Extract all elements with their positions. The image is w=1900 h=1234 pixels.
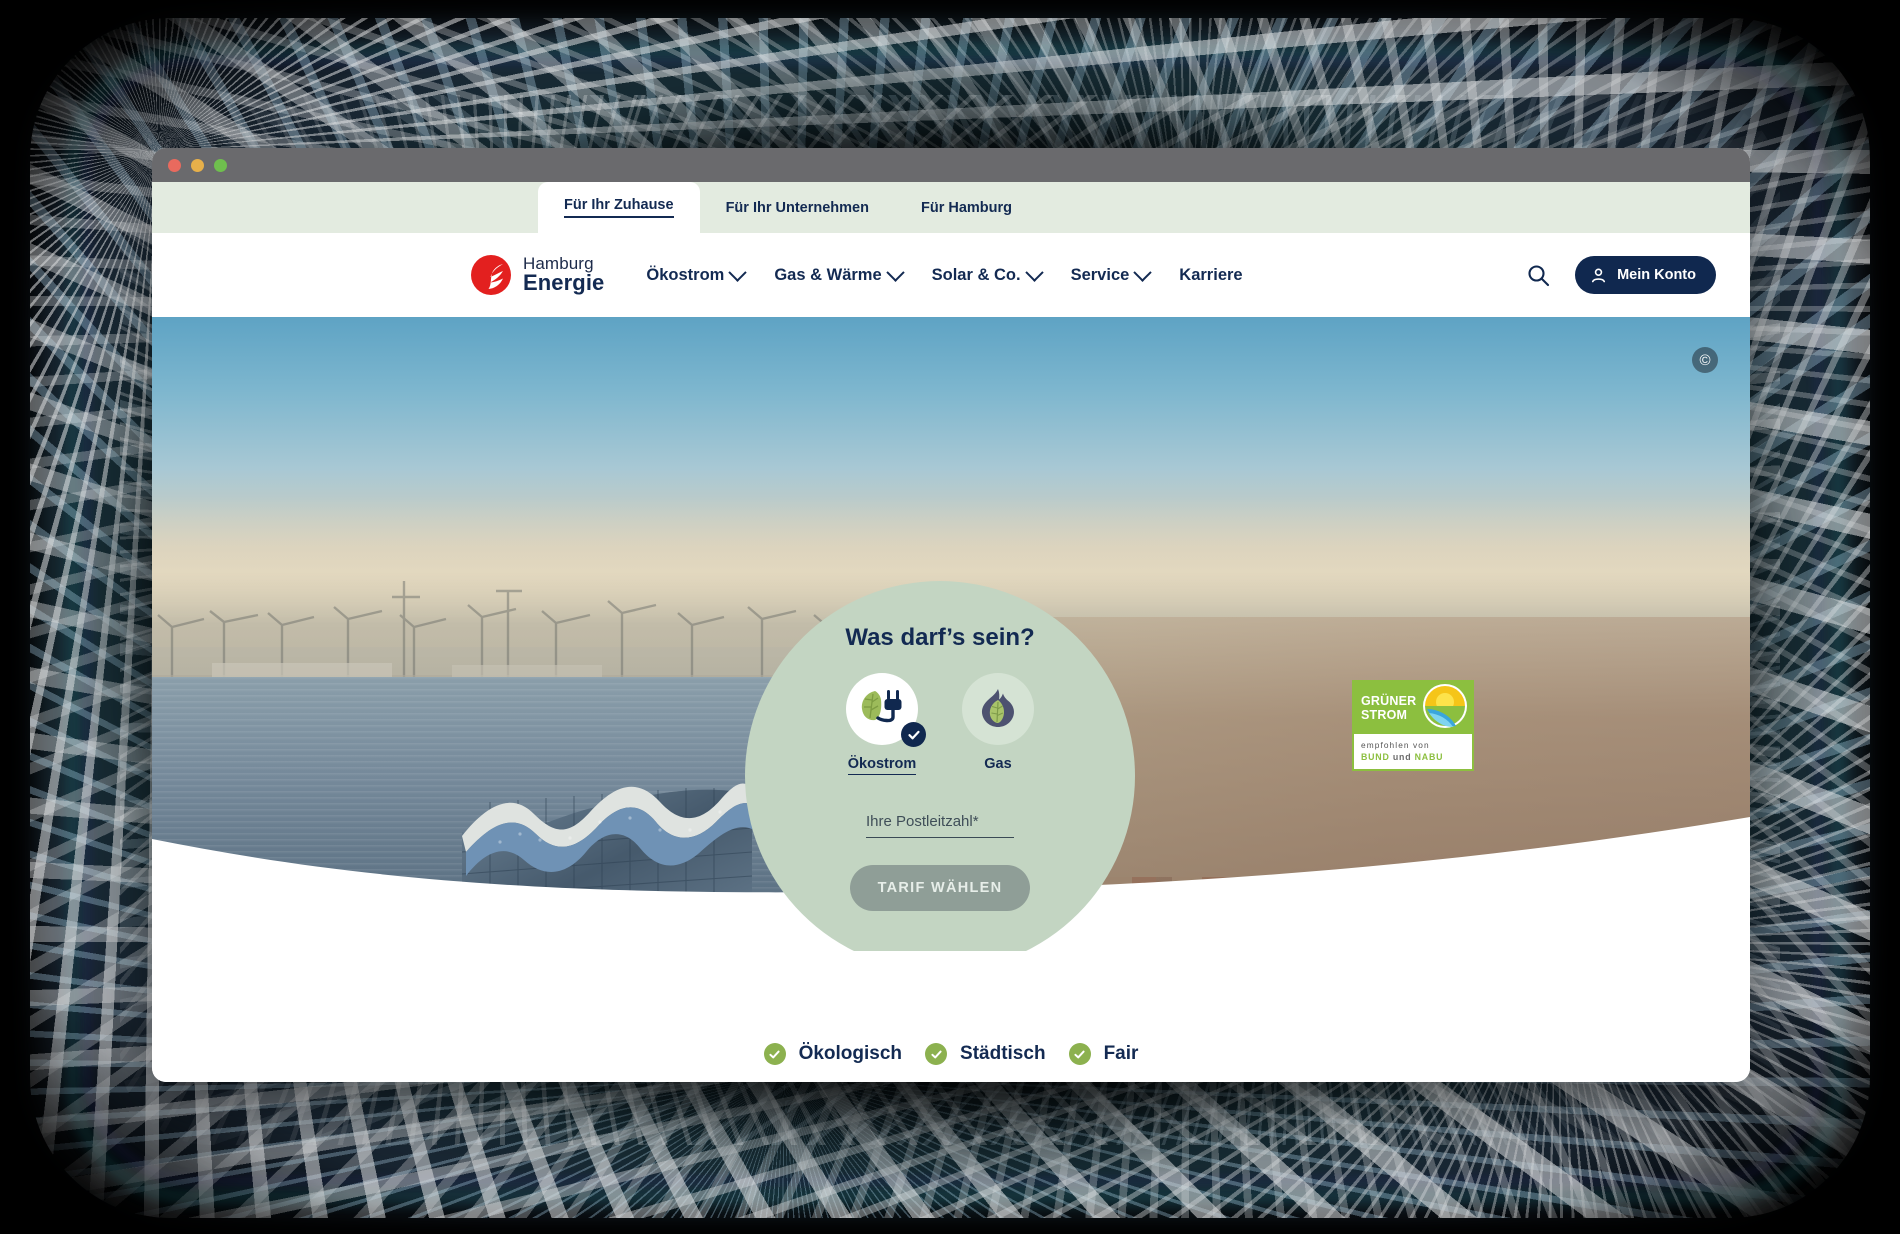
sun-landscape-icon [1423,684,1467,728]
nav-item-label: Solar & Co. [931,265,1021,284]
account-button[interactable]: Mein Konto [1575,256,1716,294]
logo-wordmark: Hamburg Energie [523,255,604,295]
search-icon[interactable] [1526,263,1551,288]
feature-staedtisch: Städtisch [925,1043,1046,1065]
main-navigation: Hamburg Energie Ökostrom Gas & Wärme Sol… [152,233,1750,317]
choice-gas[interactable]: Gas [962,673,1034,775]
choice-bubble-oekostrom [846,673,926,747]
tab-label: Für Ihr Unternehmen [725,199,869,216]
nav-item-label: Ökostrom [646,265,725,284]
tab-fuer-ihr-unternehmen[interactable]: Für Ihr Unternehmen [700,182,895,233]
account-button-label: Mein Konto [1617,267,1696,283]
badge-subtitle: empfohlen von BUND und NABU [1354,734,1472,762]
chevron-down-icon [885,262,905,282]
badge-title-line1: GRÜNER [1361,694,1417,708]
browser-window: Für Ihr Zuhause Für Ihr Unternehmen Für … [152,148,1750,1082]
check-circle-icon [925,1043,948,1065]
nav-item-solar-co[interactable]: Solar & Co. [931,262,1044,285]
feature-label: Fair [1103,1043,1139,1064]
badge-bund: BUND [1361,752,1390,762]
window-maximize-button[interactable] [214,158,227,172]
feature-label: Städtisch [960,1043,1046,1064]
chevron-down-icon [1024,262,1044,282]
nav-links: Ökostrom Gas & Wärme Solar & Co. Service… [646,262,1243,285]
product-choices: Ökostrom Gas [846,673,1034,775]
check-circle-icon [1068,1043,1091,1065]
features-section: Ökologisch Städtisch Fair [152,951,1750,1082]
nav-item-service[interactable]: Service [1070,262,1152,285]
nav-item-label: Karriere [1179,265,1243,284]
nav-item-label: Service [1070,265,1130,284]
tab-label: Für Hamburg [920,199,1013,216]
hero-section: © GRÜNER STROM empfohlen von BUND und NA… [152,317,1750,951]
feature-label: Ökologisch [798,1043,903,1064]
window-titlebar [152,148,1750,182]
tariff-selector-widget: Was darf’s sein? Ökostrom Gas Ihre Postl… [745,581,1135,951]
leaf-plug-icon [861,690,902,723]
flame-leaf-icon [981,689,1014,727]
check-icon [1074,1050,1085,1058]
nav-item-label: Gas & Wärme [774,265,882,284]
feature-fair: Fair [1068,1043,1139,1065]
tab-fuer-ihr-zuhause[interactable]: Für Ihr Zuhause [538,182,700,233]
badge-sub-line1: empfohlen von [1361,740,1430,750]
badge-nabu: NABU [1414,752,1444,762]
badge-header: GRÜNER STROM [1354,682,1472,734]
badge-sub-line2: BUND und NABU [1361,752,1472,762]
nav-item-gas-waerme[interactable]: Gas & Wärme [774,262,905,285]
nav-actions: Mein Konto [1526,256,1716,294]
site-logo[interactable]: Hamburg Energie [470,254,604,296]
check-icon [907,730,920,739]
badge-title-line2: STROM [1361,708,1408,722]
user-icon [1591,268,1606,282]
gruener-strom-badge[interactable]: GRÜNER STROM empfohlen von BUND und NABU [1352,680,1474,771]
tab-fuer-hamburg[interactable]: Für Hamburg [895,182,1038,233]
badge-title: GRÜNER STROM [1354,694,1416,722]
check-circle-icon [763,1043,786,1065]
window-close-button[interactable] [168,158,181,172]
selected-check-badge [901,722,926,747]
badge-und: und [1392,752,1412,762]
logo-line-energie: Energie [523,270,605,296]
feature-oekologisch: Ökologisch [763,1043,903,1065]
choice-oekostrom[interactable]: Ökostrom [846,673,926,775]
features-list: Ökologisch Städtisch Fair [152,1043,1750,1065]
zip-input[interactable] [866,813,1014,838]
zip-field-wrapper [866,813,1014,838]
chevron-down-icon [728,262,748,282]
nav-item-oekostrom[interactable]: Ökostrom [646,262,748,285]
select-tariff-button[interactable]: TARIF WÄHLEN [849,865,1031,911]
choice-label-oekostrom: Ökostrom [847,756,917,775]
window-minimize-button[interactable] [191,158,204,172]
nav-item-karriere[interactable]: Karriere [1179,266,1242,285]
check-icon [769,1050,780,1058]
widget-title: Was darf’s sein? [845,624,1035,651]
audience-tabbar: Für Ihr Zuhause Für Ihr Unternehmen Für … [152,182,1750,233]
choice-label-gas: Gas [984,756,1012,772]
hamburg-energie-flame-logo-icon [471,255,511,295]
image-copyright-icon[interactable]: © [1692,347,1718,373]
tab-label: Für Ihr Zuhause [564,197,674,218]
choice-bubble-gas [962,673,1034,745]
chevron-down-icon [1133,262,1152,282]
check-icon [930,1050,942,1058]
